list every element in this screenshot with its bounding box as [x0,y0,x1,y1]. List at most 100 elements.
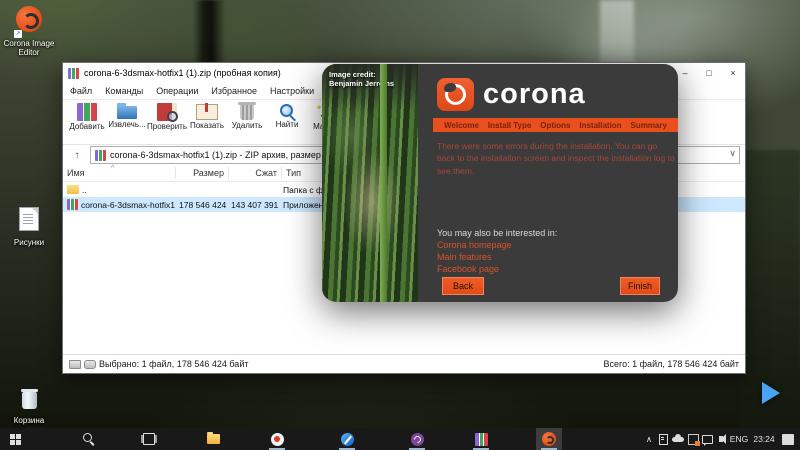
view-button[interactable]: Показать [187,102,227,130]
image-credit: Image credit: Benjamin Jerrems [329,70,395,88]
folder-icon [67,184,79,194]
disk-icon [69,359,81,369]
interested-label: You may also be interested in: [437,228,558,238]
toolbar-label: Извлечь... [108,120,146,129]
window-title: corona-6-3dsmax-hotfix1 (1).zip (пробная… [84,68,281,78]
toolbar-label: Удалить [231,121,263,130]
column-header-packed[interactable]: Сжат [229,167,282,179]
recycle-bin-icon [20,389,38,409]
desktop-icon-label: Corona Image Editor [3,39,55,57]
corona-logo: corona [437,78,586,111]
sort-indicator-icon: ^ [111,165,115,172]
speaker-glyph [718,434,726,444]
tab-install-type[interactable]: Install Type [488,121,531,130]
desktop-icon-label: Рисунки [13,238,45,247]
document-icon [19,207,39,231]
tray-badge-icon[interactable] [686,428,700,450]
column-header-name[interactable]: Имя ^ [63,165,176,179]
file-explorer-button[interactable] [200,428,226,450]
corona-installer-dialog: Image credit: Benjamin Jerrems corona We… [322,64,678,302]
notification-glyph [782,433,794,445]
tray-document-icon[interactable] [657,428,669,450]
corona-logo-icon [16,6,42,32]
badge-glyph [687,433,700,446]
search-icon [83,433,95,445]
add-archive-icon [77,103,97,121]
delete-button[interactable]: Удалить [227,102,267,130]
shortcut-arrow-icon: ↗ [14,30,22,38]
desktop-icon-corona-image-editor[interactable]: ↗ Corona Image Editor [0,6,58,57]
search-icon [279,103,295,119]
winrar-archive-icon [95,149,106,161]
view-file-icon [196,103,218,120]
desktop-icon-recycle-bin[interactable]: Корзина [0,389,58,425]
play-overlay-icon[interactable] [762,382,780,404]
tab-installation[interactable]: Installation [579,121,621,130]
back-button[interactable]: Back [442,277,484,295]
viber-app-button[interactable] [404,428,430,450]
link-corona-homepage[interactable]: Corona homepage [437,240,512,250]
desktop-icon-document[interactable]: Рисунки [0,207,58,247]
browser-app-icon [270,432,284,446]
chat-glyph [702,434,713,446]
winrar-icon [474,432,488,446]
onedrive-cloud-icon[interactable] [670,428,685,450]
installation-error-message: There were some errors during the instal… [437,141,675,176]
taskbar: ∧ ENG 23:24 [0,428,800,450]
winrar-taskbar-button[interactable] [468,428,494,450]
test-archive-icon [157,103,178,122]
menu-operations[interactable]: Операции [156,86,198,96]
trash-icon [238,102,256,120]
volume-icon[interactable] [714,428,727,450]
document-glyph [658,433,668,445]
link-facebook-page[interactable]: Facebook page [437,264,499,274]
start-button[interactable] [2,428,28,450]
application-icon [67,199,78,210]
tray-expand-button[interactable]: ∧ [642,428,656,450]
task-view-button[interactable] [136,428,162,450]
tab-welcome[interactable]: Welcome [444,121,479,130]
installer-content: corona Welcome Install Type Options Inst… [418,64,678,302]
installer-steps-bar: Welcome Install Type Options Installatio… [433,118,678,132]
menu-favorites[interactable]: Избранное [211,86,257,96]
language-indicator[interactable]: ENG [728,428,750,450]
up-directory-button[interactable]: ↑ [68,147,86,163]
find-button[interactable]: Найти [267,102,307,129]
paint-app-button[interactable] [334,428,360,450]
finish-button[interactable]: Finish [620,277,660,295]
extract-button[interactable]: Извлечь... [107,102,147,129]
menu-commands[interactable]: Команды [105,86,143,96]
menu-settings[interactable]: Настройки [270,86,314,96]
link-main-features[interactable]: Main features [437,252,492,262]
viber-icon [410,432,424,446]
toolbar-label: Добавить [69,122,105,131]
test-button[interactable]: Проверить [147,102,187,131]
add-button[interactable]: Добавить [67,102,107,131]
winrar-app-icon [68,67,79,79]
tab-options[interactable]: Options [540,121,570,130]
toolbar-label: Показать [189,121,224,130]
extract-folder-icon [117,103,137,119]
clock[interactable]: 23:24 [750,428,778,450]
installer-side-image: Image credit: Benjamin Jerrems [322,64,418,302]
chevron-down-icon[interactable]: ∨ [729,148,736,159]
maximize-button[interactable]: □ [697,63,721,83]
corona-wordmark: corona [483,78,586,110]
status-bar: Выбрано: 1 файл, 178 546 424 байт Всего:… [63,354,745,373]
notification-center-button[interactable] [780,428,796,450]
browser-app-button[interactable] [264,428,290,450]
menu-file[interactable]: Файл [70,86,92,96]
column-header-size[interactable]: Размер [176,167,229,179]
corona-logo-icon [437,78,474,111]
status-selected: Выбрано: 1 файл, 178 546 424 байт [99,359,249,369]
paint-app-icon [340,432,354,446]
desktop: ↗ Corona Image Editor Рисунки Корзина co… [0,0,800,450]
tab-summary[interactable]: Summary [630,121,666,130]
close-button[interactable]: × [721,63,745,83]
tray-chat-icon[interactable] [701,428,714,450]
drive-icon [84,359,96,369]
folder-icon [206,432,220,444]
corona-installer-taskbar-button[interactable] [536,428,562,450]
taskbar-search-button[interactable] [76,428,102,450]
windows-logo-icon [9,433,21,445]
